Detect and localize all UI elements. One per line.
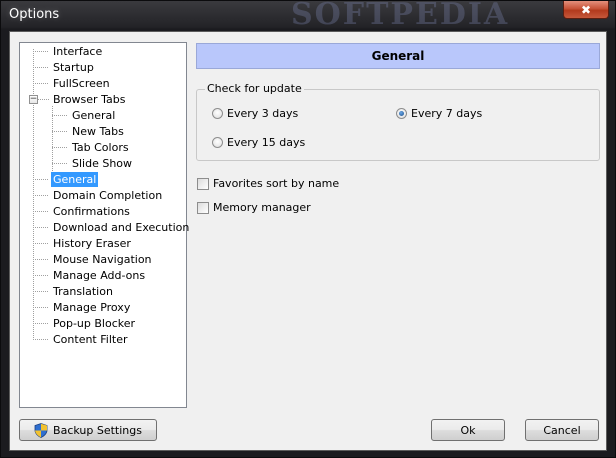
tree-line: [33, 323, 49, 324]
tree-item-download-execution[interactable]: Download and Execution: [51, 220, 191, 235]
backup-settings-label: Backup Settings: [53, 423, 142, 437]
tree-item-interface[interactable]: Interface: [51, 44, 104, 59]
tree-line: [33, 83, 49, 84]
radio-unchecked-icon: [212, 108, 223, 119]
tree-item-new-tabs[interactable]: New Tabs: [70, 124, 126, 139]
close-button[interactable]: ✖: [563, 1, 609, 19]
group-legend: Check for update: [205, 82, 304, 95]
radio-label: Every 15 days: [227, 136, 306, 149]
tree-line: [33, 243, 49, 244]
tree-line: [52, 163, 68, 164]
tree-item-startup[interactable]: Startup: [51, 60, 96, 75]
dialog-client-area: − Interface Startup FullScreen Browser T…: [9, 31, 607, 451]
tree-item-fullscreen[interactable]: FullScreen: [51, 76, 112, 91]
tree-line: [33, 259, 49, 260]
tree-line: [33, 195, 49, 196]
tree-line: [33, 67, 49, 68]
tree-line: [33, 179, 49, 180]
tree-item-mouse-navigation[interactable]: Mouse Navigation: [51, 252, 154, 267]
check-for-update-group: Check for update Every 3 days Every 7 da…: [196, 82, 600, 161]
tree-item-manage-addons[interactable]: Manage Add-ons: [51, 268, 147, 283]
options-window: SOFTPEDIA Options ✖ − Interface Startup …: [0, 0, 616, 458]
tree-item-translation[interactable]: Translation: [51, 284, 115, 299]
close-icon: ✖: [580, 2, 592, 17]
tree-item-browser-tabs[interactable]: Browser Tabs: [51, 92, 127, 107]
radio-every-7-days[interactable]: Every 7 days: [396, 107, 482, 120]
checkbox-box: [197, 177, 209, 190]
backup-settings-button[interactable]: Backup Settings: [19, 419, 157, 441]
tree-item-general-selected[interactable]: General: [51, 172, 99, 187]
collapse-icon[interactable]: −: [29, 95, 38, 104]
tree-item-manage-proxy[interactable]: Manage Proxy: [51, 300, 132, 315]
tree-line: [33, 49, 34, 339]
title-bar[interactable]: SOFTPEDIA Options ✖: [1, 0, 615, 32]
radio-label: Every 3 days: [227, 107, 299, 120]
tree-line: [33, 291, 49, 292]
window-title: Options: [9, 7, 60, 22]
tree-item-domain-completion[interactable]: Domain Completion: [51, 188, 164, 203]
radio-every-15-days[interactable]: Every 15 days: [212, 136, 305, 149]
tree-item-popup-blocker[interactable]: Pop-up Blocker: [51, 316, 137, 331]
tree-line: [38, 99, 49, 100]
tree-line: [33, 227, 49, 228]
radio-every-3-days[interactable]: Every 3 days: [212, 107, 298, 120]
softpedia-watermark: SOFTPEDIA: [291, 0, 510, 32]
tree-item-tab-colors[interactable]: Tab Colors: [70, 140, 131, 155]
cancel-button[interactable]: Cancel: [525, 419, 599, 441]
tree-line: [33, 275, 49, 276]
checkbox-label: Memory manager: [213, 201, 311, 214]
tree-item-slide-show[interactable]: Slide Show: [70, 156, 134, 171]
tree-item-history-eraser[interactable]: History Eraser: [51, 236, 133, 251]
tree-item-tabs-general[interactable]: General: [70, 108, 117, 123]
tree-item-content-filter[interactable]: Content Filter: [51, 332, 130, 347]
options-tree[interactable]: − Interface Startup FullScreen Browser T…: [19, 42, 189, 408]
radio-checked-icon: [396, 108, 407, 119]
radio-unchecked-icon: [212, 137, 223, 148]
tree-line: [52, 147, 68, 148]
checkbox-favorites-sort[interactable]: Favorites sort by name: [197, 177, 339, 190]
shield-icon: [34, 422, 48, 438]
checkbox-memory-manager[interactable]: Memory manager: [197, 201, 311, 214]
section-header: General: [196, 43, 600, 69]
tree-item-confirmations[interactable]: Confirmations: [51, 204, 132, 219]
tree-line: [33, 339, 49, 340]
radio-label: Every 7 days: [411, 107, 483, 120]
checkbox-box: [197, 201, 209, 214]
tree-line: [33, 51, 49, 52]
tree-line: [52, 115, 68, 116]
checkbox-label: Favorites sort by name: [213, 177, 340, 190]
tree-line: [33, 211, 49, 212]
ok-button[interactable]: Ok: [431, 419, 505, 441]
tree-line: [33, 307, 49, 308]
tree-line: [52, 131, 68, 132]
